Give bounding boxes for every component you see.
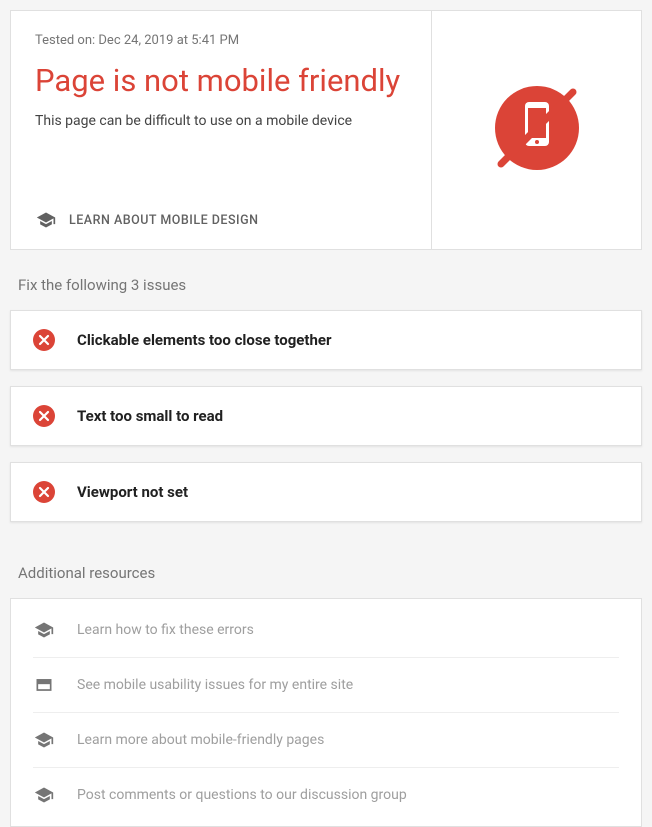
web-icon xyxy=(33,674,55,696)
error-icon xyxy=(33,481,55,503)
learn-mobile-design-link[interactable]: LEARN ABOUT MOBILE DESIGN xyxy=(35,209,407,231)
tested-on-text: Tested on: Dec 24, 2019 at 5:41 PM xyxy=(35,33,407,48)
resource-label: Learn how to fix these errors xyxy=(77,622,254,638)
graduation-icon xyxy=(35,209,57,231)
issue-label: Text too small to read xyxy=(77,407,223,425)
graduation-icon xyxy=(33,729,55,751)
graduation-icon xyxy=(33,784,55,806)
result-header-card: Tested on: Dec 24, 2019 at 5:41 PM Page … xyxy=(10,10,642,250)
result-header-left: Tested on: Dec 24, 2019 at 5:41 PM Page … xyxy=(11,11,431,249)
resource-label: Post comments or questions to our discus… xyxy=(77,787,407,803)
issue-label: Viewport not set xyxy=(77,483,188,501)
error-icon xyxy=(33,329,55,351)
page-subtitle: This page can be difficult to use on a m… xyxy=(35,113,407,181)
resources-section-title: Additional resources xyxy=(10,538,642,598)
resource-label: See mobile usability issues for my entir… xyxy=(77,677,353,693)
issues-section-title: Fix the following 3 issues xyxy=(10,250,642,310)
page-title: Page is not mobile friendly xyxy=(35,62,407,99)
resource-link[interactable]: Post comments or questions to our discus… xyxy=(33,768,619,822)
not-mobile-friendly-icon xyxy=(487,78,587,182)
issue-row[interactable]: Text too small to read xyxy=(10,386,642,446)
graduation-icon xyxy=(33,619,55,641)
resource-label: Learn more about mobile-friendly pages xyxy=(77,732,324,748)
resources-card: Learn how to fix these errors See mobile… xyxy=(10,598,642,827)
issue-label: Clickable elements too close together xyxy=(77,331,331,349)
result-header-illustration xyxy=(431,11,641,249)
learn-mobile-design-label: LEARN ABOUT MOBILE DESIGN xyxy=(69,213,258,228)
resource-link[interactable]: Learn more about mobile-friendly pages xyxy=(33,713,619,768)
error-icon xyxy=(33,405,55,427)
issue-row[interactable]: Viewport not set xyxy=(10,462,642,522)
resource-link[interactable]: See mobile usability issues for my entir… xyxy=(33,658,619,713)
issue-row[interactable]: Clickable elements too close together xyxy=(10,310,642,370)
resource-link[interactable]: Learn how to fix these errors xyxy=(33,603,619,658)
